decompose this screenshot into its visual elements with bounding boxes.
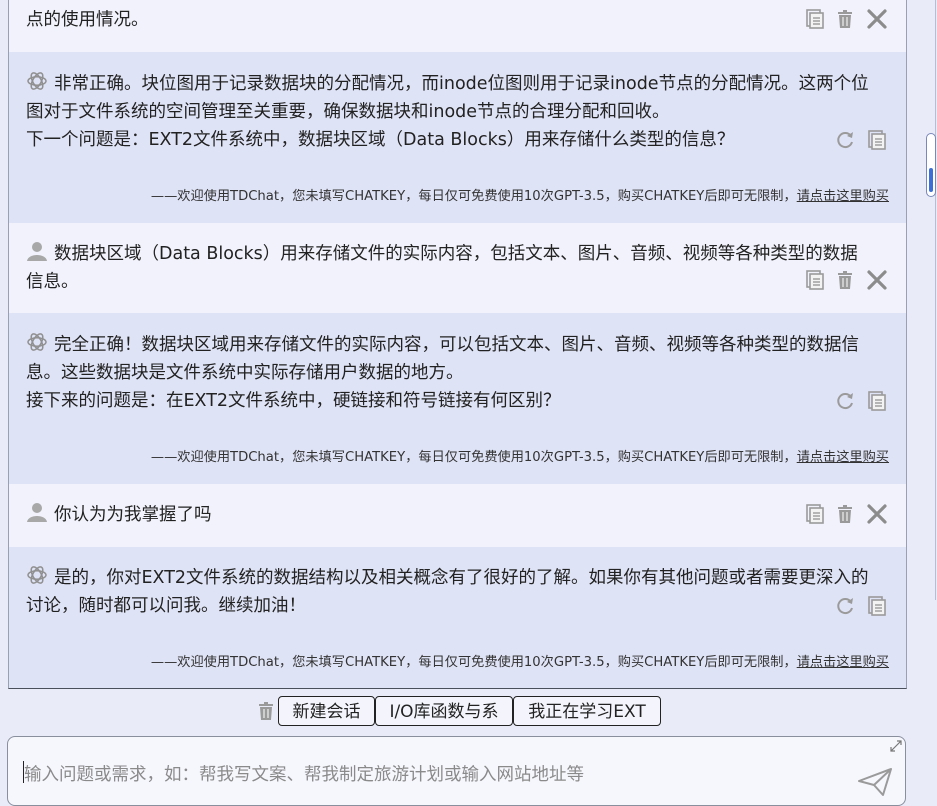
send-icon[interactable] <box>857 767 893 797</box>
message-text: 你认为为我掌握了吗 <box>26 501 871 529</box>
message-line: 非常正确。块位图用于记录数据块的分配情况，而inode位图则用于记录inode节… <box>26 74 869 122</box>
usage-notice: ——欢迎使用TDChat，您未填写CHATKEY，每日仅可免费使用10次GPT-… <box>151 651 889 670</box>
copy-icon[interactable] <box>866 595 888 617</box>
copy-icon[interactable] <box>804 503 826 525</box>
usage-notice-text: ——欢迎使用TDChat，您未填写CHATKEY，每日仅可免费使用10次GPT-… <box>150 655 797 670</box>
ai-avatar-icon <box>26 564 48 586</box>
close-icon[interactable] <box>866 269 888 291</box>
user-message: 数据块区域（Data Blocks）用来存储文件的实际内容，包括文本、图片、音频… <box>9 223 906 313</box>
message-line: 你认为为我掌握了吗 <box>54 505 212 525</box>
assistant-message: 非常正确。块位图用于记录数据块的分配情况，而inode位图则用于记录inode节… <box>9 52 906 223</box>
refresh-icon[interactable] <box>834 129 856 151</box>
window-edge <box>935 0 936 600</box>
close-icon[interactable] <box>866 8 888 30</box>
input-box <box>7 736 906 806</box>
text-caret <box>23 761 24 783</box>
trash-icon[interactable] <box>834 8 856 30</box>
chat-history[interactable]: 点的使用情况。 非常正确。块位图用于记录数据块的分配情况，而inode位图则用于… <box>8 0 907 689</box>
assistant-message: 完全正确！数据块区域用来存储文件的实际内容，可以包括文本、图片、音频、视频等各种… <box>9 313 906 484</box>
buy-link[interactable]: 请点击这里购买 <box>797 450 889 465</box>
copy-icon[interactable] <box>804 8 826 30</box>
message-line: 是的，你对EXT2文件系统的数据结构以及相关概念有了很好的了解。如果你有其他问题… <box>26 568 869 616</box>
preset-ext-learning-button[interactable]: 我正在学习EXT <box>513 696 661 726</box>
usage-notice: ——欢迎使用TDChat，您未填写CHATKEY，每日仅可免费使用10次GPT-… <box>151 446 889 465</box>
message-text: 点的使用情况。 <box>26 6 871 34</box>
clear-history-trash-icon[interactable] <box>255 700 277 722</box>
user-avatar-icon <box>26 501 48 523</box>
ai-avatar-icon <box>26 331 48 353</box>
expand-icon[interactable] <box>889 739 903 753</box>
message-line: 下一个问题是：EXT2文件系统中，数据块区域（Data Blocks）用来存储什… <box>26 130 735 150</box>
assistant-message: 是的，你对EXT2文件系统的数据结构以及相关概念有了很好的了解。如果你有其他问题… <box>9 547 906 688</box>
usage-notice-text: ——欢迎使用TDChat，您未填写CHATKEY，每日仅可免费使用10次GPT-… <box>150 450 797 465</box>
usage-notice: ——欢迎使用TDChat，您未填写CHATKEY，每日仅可免费使用10次GPT-… <box>151 185 889 204</box>
message-text: 数据块区域（Data Blocks）用来存储文件的实际内容，包括文本、图片、音频… <box>26 240 871 296</box>
user-message: 点的使用情况。 <box>9 0 906 52</box>
copy-icon[interactable] <box>866 129 888 151</box>
message-line: 接下来的问题是：在EXT2文件系统中，硬链接和符号链接有何区别？ <box>26 391 561 411</box>
close-icon[interactable] <box>866 503 888 525</box>
preset-io-functions-button[interactable]: I/O库函数与系 <box>375 696 513 726</box>
question-input[interactable] <box>22 759 826 793</box>
message-line: 完全正确！数据块区域用来存储文件的实际内容，可以包括文本、图片、音频、视频等各种… <box>26 335 859 383</box>
buy-link[interactable]: 请点击这里购买 <box>797 655 889 670</box>
user-message: 你认为为我掌握了吗 <box>9 484 906 547</box>
copy-icon[interactable] <box>804 269 826 291</box>
message-text: 完全正确！数据块区域用来存储文件的实际内容，可以包括文本、图片、音频、视频等各种… <box>26 331 871 415</box>
scrollbar-thumb[interactable] <box>929 168 933 192</box>
refresh-icon[interactable] <box>834 595 856 617</box>
message-line: 数据块区域（Data Blocks）用来存储文件的实际内容，包括文本、图片、音频… <box>26 244 858 292</box>
user-avatar-icon <box>26 240 48 262</box>
message-line: 点的使用情况。 <box>26 10 149 30</box>
ai-avatar-icon <box>26 70 48 92</box>
message-text: 是的，你对EXT2文件系统的数据结构以及相关概念有了很好的了解。如果你有其他问题… <box>26 564 871 620</box>
trash-icon[interactable] <box>834 503 856 525</box>
buy-link[interactable]: 请点击这里购买 <box>797 189 889 204</box>
message-text: 非常正确。块位图用于记录数据块的分配情况，而inode位图则用于记录inode节… <box>26 70 871 154</box>
usage-notice-text: ——欢迎使用TDChat，您未填写CHATKEY，每日仅可免费使用10次GPT-… <box>150 189 797 204</box>
new-chat-button[interactable]: 新建会话 <box>278 696 375 726</box>
trash-icon[interactable] <box>834 269 856 291</box>
copy-icon[interactable] <box>866 390 888 412</box>
refresh-icon[interactable] <box>834 390 856 412</box>
